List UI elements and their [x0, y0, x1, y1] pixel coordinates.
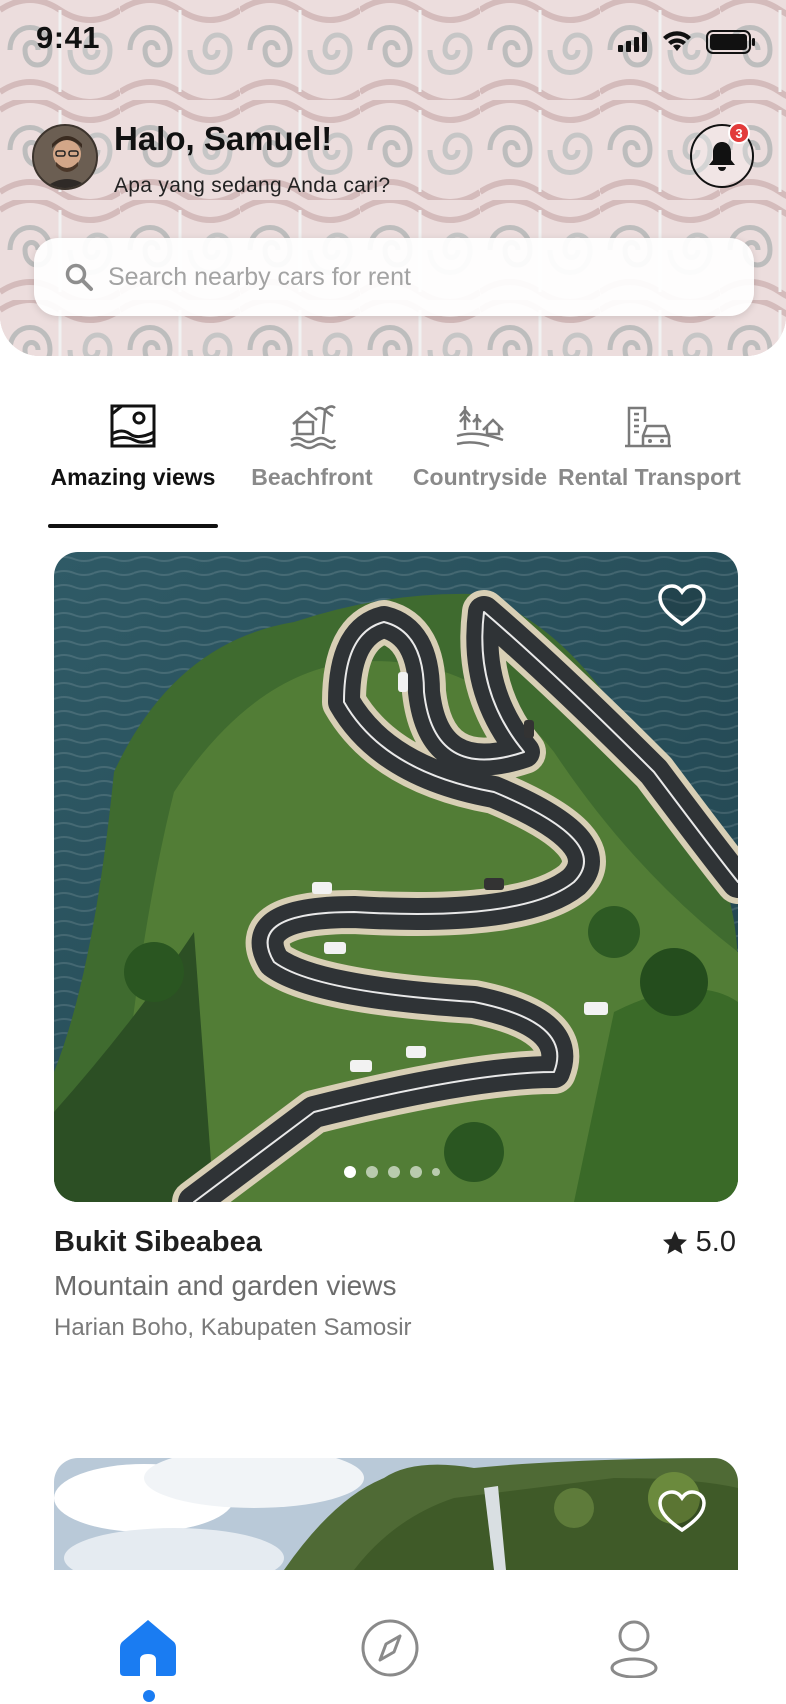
status-time: 9:41: [36, 20, 101, 55]
car-building-icon: [625, 406, 671, 448]
carousel-dot[interactable]: [432, 1168, 440, 1176]
listing-title[interactable]: Bukit Sibeabea: [54, 1226, 262, 1259]
listing-photo-winding-road: [54, 552, 738, 1202]
category-tabs: Amazing views Beachfront Countryside Ren…: [0, 400, 786, 530]
greeting-title: Halo, Samuel!: [114, 120, 333, 157]
wifi-icon: [663, 31, 691, 51]
search-placeholder: Search nearby cars for rent: [108, 262, 411, 291]
tab-label: Amazing views: [50, 464, 216, 490]
carousel-dot[interactable]: [366, 1166, 378, 1178]
favorite-heart-icon[interactable]: [658, 1490, 706, 1534]
battery-icon: [706, 30, 755, 54]
listing-location: Harian Boho, Kabupaten Samosir: [54, 1314, 412, 1341]
tab-rental-transport[interactable]: Rental Transport: [558, 400, 741, 491]
greeting-subtitle: Apa yang sedang Anda cari?: [114, 174, 391, 197]
tab-label: Beachfront: [251, 464, 373, 490]
tab-countryside[interactable]: Countryside: [408, 400, 552, 491]
home-icon[interactable]: [118, 1618, 178, 1678]
tab-amazing-views[interactable]: Amazing views: [48, 400, 218, 491]
avatar[interactable]: [32, 124, 98, 190]
carousel-dot[interactable]: [410, 1166, 422, 1178]
bottom-navigation: [0, 1570, 786, 1704]
listing-subtitle: Mountain and garden views: [54, 1270, 397, 1301]
profile-icon[interactable]: [604, 1618, 664, 1678]
favorite-heart-icon[interactable]: [658, 584, 706, 628]
star-icon: [662, 1230, 687, 1254]
search-bar[interactable]: Search nearby cars for rent: [34, 238, 754, 316]
tab-label: Rental Transport: [558, 464, 741, 490]
carousel-dot[interactable]: [388, 1166, 400, 1178]
active-tab-indicator: [48, 524, 218, 528]
listing-rating: 5.0: [662, 1226, 736, 1259]
beach-house-icon: [290, 405, 337, 450]
compass-icon[interactable]: [360, 1618, 420, 1678]
rating-value: 5.0: [695, 1226, 736, 1258]
map-picture-icon: [110, 404, 156, 448]
tab-beachfront[interactable]: Beachfront: [232, 400, 392, 491]
notification-badge: 3: [728, 122, 750, 144]
status-icons: [618, 30, 756, 54]
listing-image[interactable]: [54, 1458, 738, 1570]
carousel-dot[interactable]: [344, 1166, 356, 1178]
listing-image[interactable]: [54, 552, 738, 1202]
header: 9:41 Halo, Samuel! Apa yang sedang Anda …: [0, 0, 786, 356]
search-icon: [65, 263, 93, 291]
countryside-icon: [456, 406, 504, 448]
cellular-signal-icon: [618, 32, 647, 52]
status-bar: 9:41: [0, 0, 786, 80]
listing-photo-waterfall: [54, 1458, 738, 1570]
image-carousel-dots: [344, 1166, 440, 1178]
tab-label: Countryside: [412, 464, 548, 490]
bell-icon: [709, 142, 735, 171]
active-nav-indicator: [143, 1690, 155, 1702]
